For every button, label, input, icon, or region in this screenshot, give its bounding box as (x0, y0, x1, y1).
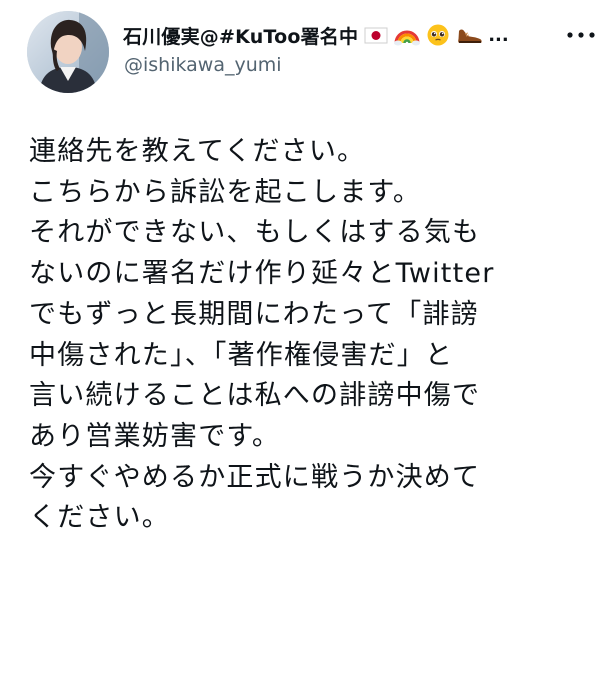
author-name-row[interactable]: 石川優実@#KuToo署名中 ... (123, 19, 553, 51)
author-avatar[interactable] (27, 11, 109, 93)
tweet-line: 連絡先を教えてください。 (29, 136, 366, 167)
tweet-line: ください。 (29, 502, 170, 534)
tweet-line: ないのに署名だけ作り延々とTwitter (29, 258, 495, 290)
tweet-line: あり営業妨害です。 (29, 420, 281, 452)
tweet-line: 今すぐやめるか正式に戦うか決めて (29, 461, 481, 493)
tweet-line: でもずっと長期間にわたって「誹謗 (29, 298, 479, 330)
more-dots-icon (567, 32, 595, 38)
author-display-name: 石川優実@#KuToo署名中 (123, 25, 359, 48)
tweet-line: 中傷された」、「著作権侵害だ」と (29, 339, 454, 371)
avatar-photo (27, 11, 109, 93)
more-options-button[interactable] (560, 22, 602, 48)
tweet-text: 連絡先を教えてください。 こちらから訴訟を起こします。 それができない、もしくは… (29, 132, 609, 539)
pleading-face-icon (426, 23, 450, 47)
japan-flag-icon (364, 23, 388, 47)
tweet-line: こちらから訴訟を起こします。 (29, 176, 422, 208)
name-truncation: ... (488, 24, 509, 46)
rainbow-icon (394, 23, 421, 47)
shoe-icon (456, 23, 484, 47)
tweet-line: それができない、もしくはする気も (29, 217, 481, 249)
tweet-line: 言い続けることは私への誹謗中傷で (29, 380, 481, 412)
tweet: 石川優実@#KuToo署名中 ... @ishikawa_yumi 連絡先を教え… (0, 0, 615, 680)
author-handle[interactable]: @ishikawa_yumi (124, 54, 282, 76)
